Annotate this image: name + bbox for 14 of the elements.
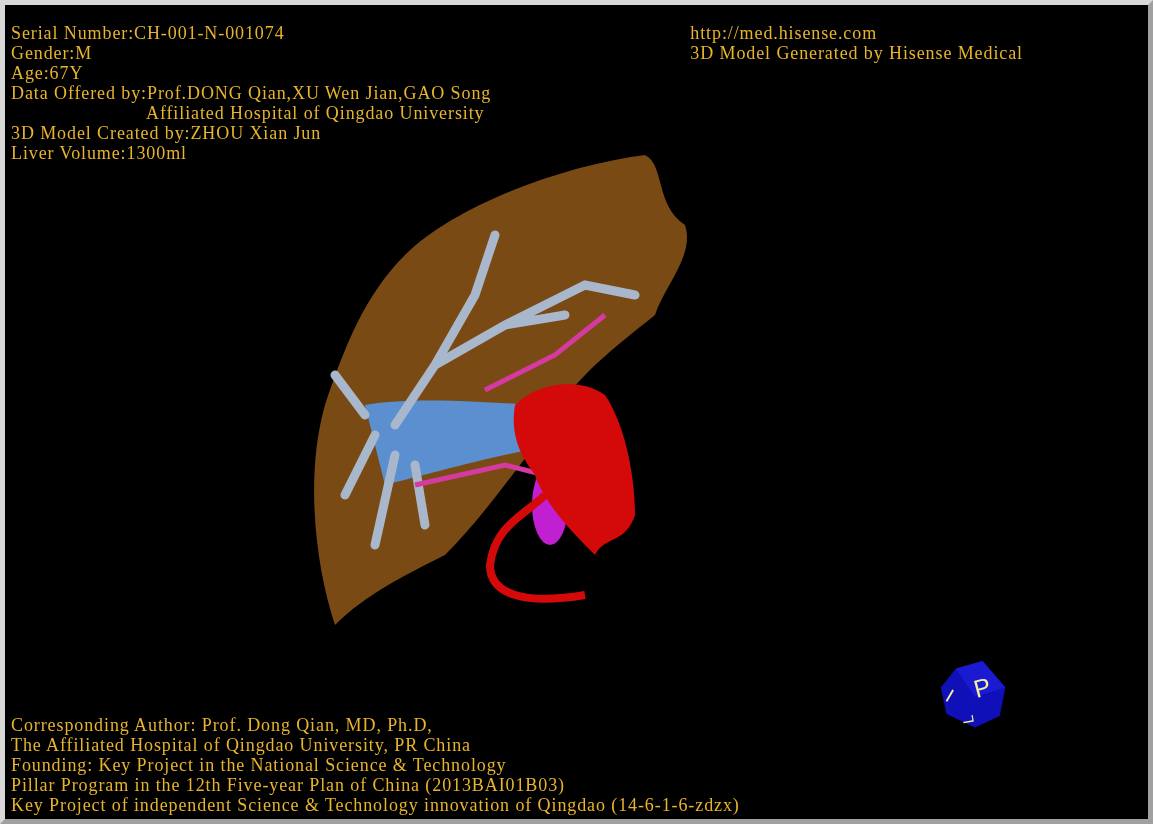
info-text: Liver Volume:1300ml (11, 143, 187, 163)
credit-text: The Affiliated Hospital of Qingdao University, PR China (11, 735, 471, 755)
info-text: Age:67Y (11, 63, 84, 83)
info-text: 3D Model Generated by Hisense Medical (690, 43, 1023, 63)
credit-text: Corresponding Author: Prof. Dong Qian, MD, Ph.D, (11, 715, 433, 735)
info-text: Serial Number:CH-001-N-001074 (11, 23, 285, 43)
credit-text: Key Project of independent Science & Technology innovation of Qingdao (14-6-1-6-zdzx) (11, 795, 740, 815)
credit-text: Founding: Key Project in the National Science & Technology (11, 755, 507, 775)
info-text: Affiliated Hospital of Qingdao University (146, 103, 485, 123)
info-text: Gender:M (11, 43, 93, 63)
info-text: Data Offered by:Prof.DONG Qian,XU Wen Jian,GAO Song (11, 83, 492, 103)
info-text: http://med.hisense.com (690, 23, 878, 43)
info-text: 3D Model Created by:ZHOU Xian Jun (11, 123, 322, 143)
credit-text: Pillar Program in the 12th Five-year Plan of China (2013BAI01B03) (11, 775, 565, 795)
